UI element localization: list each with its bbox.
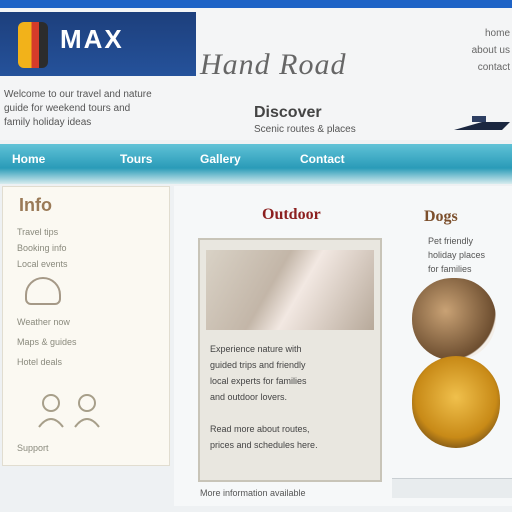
sidebar-link[interactable]: Support bbox=[17, 443, 49, 453]
dog-image-top[interactable] bbox=[412, 278, 496, 360]
nav-item-contact[interactable]: Contact bbox=[300, 152, 345, 166]
intro-line: family holiday ideas bbox=[4, 117, 92, 128]
site-header: MAX Hand Road home about us contact Welc… bbox=[0, 8, 512, 140]
card-text-line: Experience nature with bbox=[210, 344, 302, 354]
top-link-contact[interactable]: contact bbox=[420, 62, 510, 73]
card-text-line: Read more about routes, bbox=[210, 424, 310, 434]
right-title: Dogs bbox=[424, 208, 458, 225]
sidebar-link[interactable]: Booking info bbox=[17, 243, 67, 253]
top-accent-bar bbox=[0, 0, 512, 8]
card-footer: More information available bbox=[200, 488, 306, 498]
right-text-line: for families bbox=[428, 264, 472, 274]
main-nav: Home Tours Gallery Contact bbox=[0, 144, 512, 184]
sidebar: Info Travel tips Booking info Local even… bbox=[2, 186, 170, 466]
card-text-line: prices and schedules here. bbox=[210, 440, 318, 450]
site-title: Hand Road bbox=[200, 48, 347, 81]
people-icon bbox=[38, 394, 100, 428]
top-links: home about us contact bbox=[420, 28, 510, 79]
intro-line: guide for weekend tours and bbox=[4, 103, 131, 114]
card-text-line: and outdoor lovers. bbox=[210, 392, 288, 402]
hat-icon bbox=[25, 277, 61, 305]
card-image bbox=[206, 250, 374, 330]
right-text-line: Pet friendly bbox=[428, 236, 474, 246]
logo-text: MAX bbox=[60, 24, 124, 54]
card-text-line: local experts for families bbox=[210, 376, 307, 386]
sidebar-link[interactable]: Maps & guides bbox=[17, 337, 77, 347]
top-link-about[interactable]: about us bbox=[420, 45, 510, 56]
logo-badge-icon bbox=[18, 22, 48, 68]
nav-item-home[interactable]: Home bbox=[12, 152, 45, 166]
nav-item-gallery[interactable]: Gallery bbox=[200, 152, 241, 166]
bottom-bar bbox=[392, 478, 512, 498]
sidebar-link[interactable]: Hotel deals bbox=[17, 357, 62, 367]
tagline-subtitle: Scenic routes & places bbox=[254, 124, 356, 135]
featured-card[interactable]: Experience nature with guided trips and … bbox=[198, 238, 382, 482]
sidebar-link[interactable]: Weather now bbox=[17, 317, 70, 327]
ship-icon bbox=[454, 116, 510, 130]
tagline: Discover bbox=[254, 104, 322, 121]
intro-text: Welcome to our travel and nature guide f… bbox=[4, 88, 244, 130]
nav-item-tours[interactable]: Tours bbox=[120, 152, 152, 166]
right-text-line: holiday places bbox=[428, 250, 486, 260]
sidebar-link[interactable]: Travel tips bbox=[17, 227, 58, 237]
site-logo[interactable]: MAX bbox=[0, 12, 196, 76]
sidebar-link[interactable]: Local events bbox=[17, 259, 68, 269]
card-title: Outdoor bbox=[262, 206, 321, 223]
top-link-home[interactable]: home bbox=[420, 28, 510, 39]
intro-line: Welcome to our travel and nature bbox=[4, 89, 152, 100]
card-text-line: guided trips and friendly bbox=[210, 360, 306, 370]
dog-image-bottom[interactable] bbox=[412, 356, 500, 448]
sidebar-heading: Info bbox=[19, 195, 52, 215]
